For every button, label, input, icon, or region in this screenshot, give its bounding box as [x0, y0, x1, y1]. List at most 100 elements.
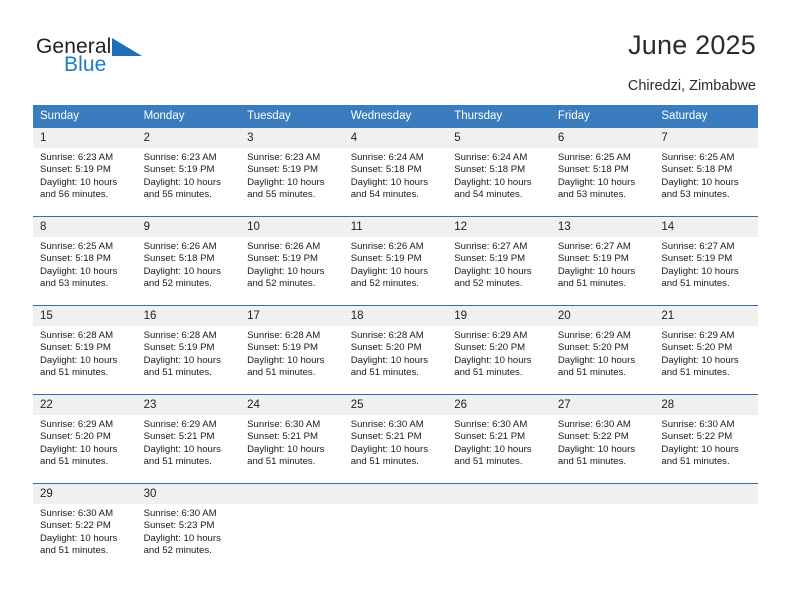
day-cell[interactable]: 24 Sunrise: 6:30 AM Sunset: 5:21 PM Dayli… [240, 394, 344, 484]
day-cell[interactable]: 10 Sunrise: 6:26 AM Sunset: 5:19 PM Dayli… [240, 216, 344, 306]
logo-text-blue: Blue [64, 53, 107, 76]
day-cell[interactable]: 5 Sunrise: 6:24 AM Sunset: 5:18 PM Daylig… [447, 128, 551, 217]
day-details [447, 504, 551, 508]
day-details: Sunrise: 6:23 AM Sunset: 5:19 PM Dayligh… [40, 152, 118, 201]
day-details: Sunrise: 6:29 AM Sunset: 5:20 PM Dayligh… [40, 419, 118, 468]
day-details: Sunrise: 6:26 AM Sunset: 5:18 PM Dayligh… [143, 241, 221, 290]
day-details: Sunrise: 6:25 AM Sunset: 5:18 PM Dayligh… [40, 241, 118, 290]
day-number: 16 [136, 306, 241, 326]
day-details [344, 504, 448, 508]
day-cell[interactable]: 28 Sunrise: 6:30 AM Sunset: 5:22 PM Dayli… [654, 394, 758, 484]
weekday-header-thursday: Thursday [447, 105, 551, 128]
day-cell[interactable]: 8 Sunrise: 6:25 AM Sunset: 5:18 PM Daylig… [33, 216, 137, 306]
day-details: Sunrise: 6:30 AM Sunset: 5:22 PM Dayligh… [40, 508, 118, 557]
page-header: General Blue June 2025 Chiredzi, Zimbabw… [0, 0, 792, 100]
day-details: Sunrise: 6:27 AM Sunset: 5:19 PM Dayligh… [661, 241, 739, 290]
day-number: 27 [550, 395, 655, 415]
day-cell[interactable]: 6 Sunrise: 6:25 AM Sunset: 5:18 PM Daylig… [550, 128, 655, 217]
day-number: 28 [654, 395, 758, 415]
day-number: 21 [654, 306, 758, 326]
calendar-week-row: 15 Sunrise: 6:28 AM Sunset: 5:19 PM Dayli… [33, 305, 758, 395]
day-cell[interactable]: 15 Sunrise: 6:28 AM Sunset: 5:19 PM Dayli… [33, 305, 137, 395]
day-details: Sunrise: 6:28 AM Sunset: 5:19 PM Dayligh… [143, 330, 221, 379]
day-cell[interactable]: 18 Sunrise: 6:28 AM Sunset: 5:20 PM Dayli… [343, 305, 448, 395]
day-number: 2 [136, 128, 241, 148]
day-cell[interactable]: 3 Sunrise: 6:23 AM Sunset: 5:19 PM Daylig… [240, 128, 344, 217]
day-cell[interactable]: 25 Sunrise: 6:30 AM Sunset: 5:21 PM Dayli… [343, 394, 448, 484]
day-number: 11 [343, 217, 448, 237]
day-number: 25 [343, 395, 448, 415]
day-cell[interactable]: 9 Sunrise: 6:26 AM Sunset: 5:18 PM Daylig… [136, 216, 241, 306]
day-details: Sunrise: 6:30 AM Sunset: 5:23 PM Dayligh… [143, 508, 221, 557]
day-cell[interactable]: 29 Sunrise: 6:30 AM Sunset: 5:22 PM Dayli… [33, 483, 137, 572]
day-details: Sunrise: 6:26 AM Sunset: 5:19 PM Dayligh… [247, 241, 325, 290]
day-cell[interactable]: 20 Sunrise: 6:29 AM Sunset: 5:20 PM Dayli… [550, 305, 655, 395]
calendar-page: General Blue June 2025 Chiredzi, Zimbabw… [0, 0, 792, 612]
day-details: Sunrise: 6:28 AM Sunset: 5:19 PM Dayligh… [247, 330, 325, 379]
day-number: 15 [33, 306, 137, 326]
day-number: 19 [447, 306, 551, 326]
weekday-header-saturday: Saturday [654, 105, 758, 128]
calendar-body: 1 Sunrise: 6:23 AM Sunset: 5:19 PM Daylig… [33, 128, 758, 572]
day-number: 4 [343, 128, 448, 148]
day-cell[interactable]: 2 Sunrise: 6:23 AM Sunset: 5:19 PM Daylig… [136, 128, 241, 217]
day-number: 26 [447, 395, 551, 415]
day-details [654, 504, 758, 508]
calendar-week-row: 29 Sunrise: 6:30 AM Sunset: 5:22 PM Dayli… [33, 483, 758, 572]
day-details: Sunrise: 6:30 AM Sunset: 5:22 PM Dayligh… [557, 419, 636, 468]
day-details: Sunrise: 6:27 AM Sunset: 5:19 PM Dayligh… [557, 241, 636, 290]
day-number: 14 [654, 217, 758, 237]
day-number [654, 484, 758, 504]
day-cell[interactable]: 1 Sunrise: 6:23 AM Sunset: 5:19 PM Daylig… [33, 128, 137, 217]
day-cell[interactable]: 17 Sunrise: 6:28 AM Sunset: 5:19 PM Dayli… [240, 305, 344, 395]
day-number [447, 484, 551, 504]
weekday-header-tuesday: Tuesday [240, 105, 344, 128]
day-cell[interactable]: 21 Sunrise: 6:29 AM Sunset: 5:20 PM Dayli… [654, 305, 758, 395]
day-details: Sunrise: 6:24 AM Sunset: 5:18 PM Dayligh… [454, 152, 532, 201]
weekday-header-friday: Friday [550, 105, 655, 128]
day-details: Sunrise: 6:24 AM Sunset: 5:18 PM Dayligh… [350, 152, 429, 201]
triangle-icon [112, 38, 143, 56]
day-cell[interactable]: 4 Sunrise: 6:24 AM Sunset: 5:18 PM Daylig… [343, 128, 448, 217]
weekday-header-wednesday: Wednesday [343, 105, 448, 128]
day-cell[interactable]: 27 Sunrise: 6:30 AM Sunset: 5:22 PM Dayli… [550, 394, 655, 484]
day-number: 17 [240, 306, 344, 326]
day-details: Sunrise: 6:30 AM Sunset: 5:21 PM Dayligh… [454, 419, 532, 468]
day-details [240, 504, 344, 508]
day-details: Sunrise: 6:29 AM Sunset: 5:20 PM Dayligh… [454, 330, 532, 379]
calendar-week-row: 8 Sunrise: 6:25 AM Sunset: 5:18 PM Daylig… [33, 216, 758, 306]
day-number: 18 [343, 306, 448, 326]
day-details: Sunrise: 6:23 AM Sunset: 5:19 PM Dayligh… [143, 152, 221, 201]
day-cell[interactable]: 22 Sunrise: 6:29 AM Sunset: 5:20 PM Dayli… [33, 394, 137, 484]
calendar-header-row: Sunday Monday Tuesday Wednesday Thursday… [33, 105, 758, 128]
page-title: June 2025 [628, 30, 756, 60]
day-details: Sunrise: 6:25 AM Sunset: 5:18 PM Dayligh… [661, 152, 739, 201]
day-cell[interactable]: 7 Sunrise: 6:25 AM Sunset: 5:18 PM Daylig… [654, 128, 758, 217]
day-cell[interactable]: 19 Sunrise: 6:29 AM Sunset: 5:20 PM Dayli… [447, 305, 551, 395]
day-details: Sunrise: 6:29 AM Sunset: 5:21 PM Dayligh… [143, 419, 221, 468]
day-cell[interactable]: 16 Sunrise: 6:28 AM Sunset: 5:19 PM Dayli… [136, 305, 241, 395]
day-cell[interactable]: 12 Sunrise: 6:27 AM Sunset: 5:19 PM Dayli… [447, 216, 551, 306]
day-cell[interactable]: 11 Sunrise: 6:26 AM Sunset: 5:19 PM Dayli… [343, 216, 448, 306]
day-number [240, 484, 344, 504]
day-cell[interactable]: 14 Sunrise: 6:27 AM Sunset: 5:19 PM Dayli… [654, 216, 758, 306]
day-number: 1 [33, 128, 137, 148]
calendar-week-row: 1 Sunrise: 6:23 AM Sunset: 5:19 PM Daylig… [33, 128, 758, 217]
day-details [551, 504, 655, 508]
sunrise-sunset-calendar: Sunday Monday Tuesday Wednesday Thursday… [33, 105, 758, 572]
day-details: Sunrise: 6:30 AM Sunset: 5:21 PM Dayligh… [350, 419, 429, 468]
day-cell-empty [447, 483, 551, 572]
day-cell[interactable]: 23 Sunrise: 6:29 AM Sunset: 5:21 PM Dayli… [136, 394, 241, 484]
day-details: Sunrise: 6:27 AM Sunset: 5:19 PM Dayligh… [454, 241, 532, 290]
day-number: 13 [550, 217, 655, 237]
day-number: 24 [240, 395, 344, 415]
day-cell-empty [654, 483, 758, 572]
day-number: 23 [136, 395, 241, 415]
day-cell[interactable]: 13 Sunrise: 6:27 AM Sunset: 5:19 PM Dayli… [550, 216, 655, 306]
day-cell[interactable]: 30 Sunrise: 6:30 AM Sunset: 5:23 PM Dayli… [136, 483, 241, 572]
day-details: Sunrise: 6:26 AM Sunset: 5:19 PM Dayligh… [350, 241, 429, 290]
day-cell[interactable]: 26 Sunrise: 6:30 AM Sunset: 5:21 PM Dayli… [447, 394, 551, 484]
day-details: Sunrise: 6:25 AM Sunset: 5:18 PM Dayligh… [557, 152, 636, 201]
day-number: 3 [240, 128, 344, 148]
day-details: Sunrise: 6:29 AM Sunset: 5:20 PM Dayligh… [557, 330, 636, 379]
